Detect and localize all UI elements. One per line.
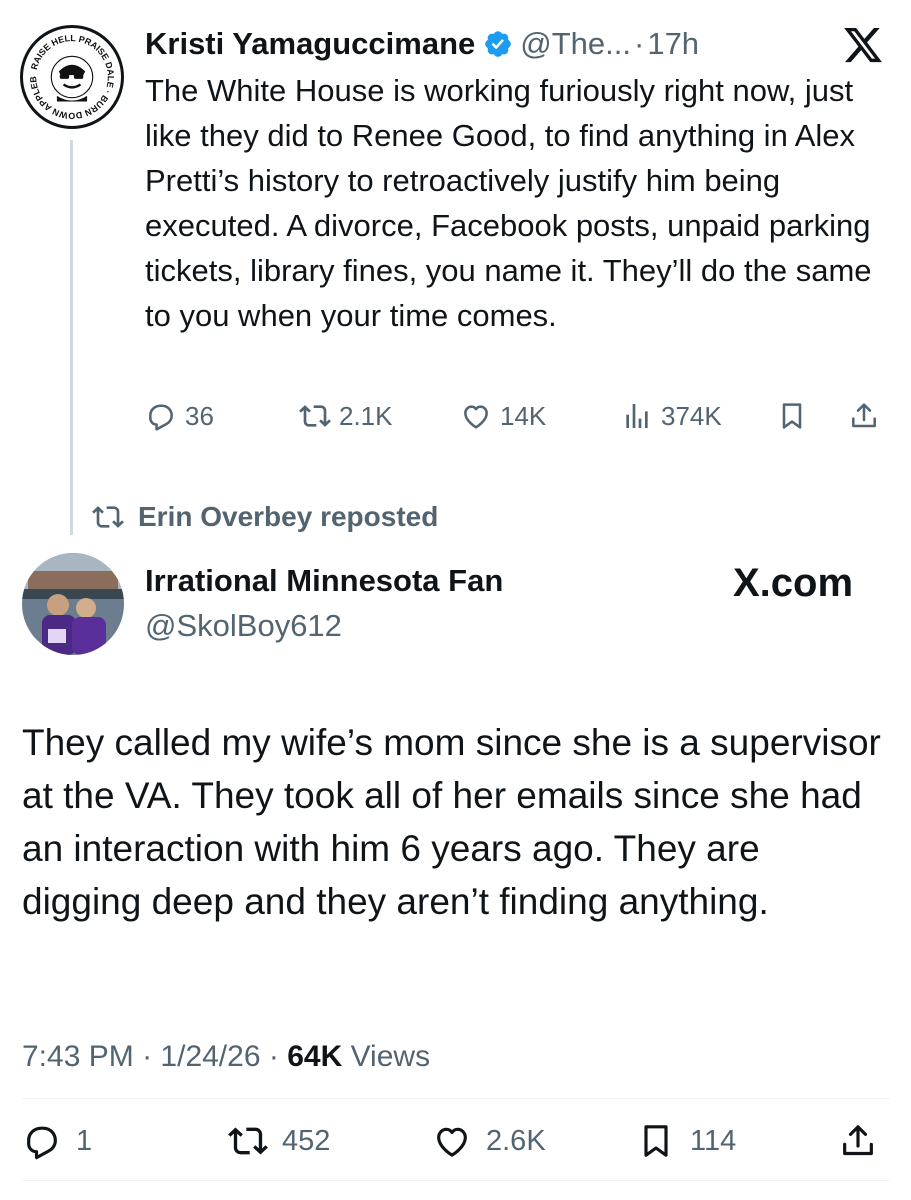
- meta-separator: ·: [268, 1040, 279, 1073]
- parent-share-button[interactable]: [848, 394, 888, 438]
- repost-icon: [299, 405, 331, 427]
- main-handle[interactable]: @SkolBoy612: [145, 608, 342, 644]
- parent-repost-count: 2.1K: [339, 400, 393, 431]
- main-avatar[interactable]: [22, 553, 124, 655]
- reply-button[interactable]: 1: [22, 1118, 92, 1164]
- repost-button[interactable]: 452: [228, 1118, 330, 1164]
- header-separator: ·: [634, 26, 645, 61]
- verified-badge-icon: [485, 31, 512, 57]
- repost-banner-label: Erin Overbey reposted: [138, 501, 439, 532]
- bookmark-count: 114: [690, 1124, 737, 1157]
- bookmark-icon: [782, 403, 802, 429]
- parent-tweet-text: The White House is working furiously rig…: [145, 73, 872, 333]
- parent-reply-button[interactable]: 36: [145, 394, 214, 438]
- main-tweet-text: They called my wife’s mom since she is a…: [22, 722, 881, 922]
- parent-views-button[interactable]: 374K: [621, 394, 722, 438]
- bookmark-icon: [644, 1125, 668, 1157]
- tweet-time[interactable]: 7:43 PM: [22, 1040, 134, 1073]
- bookmark-button[interactable]: 114: [636, 1118, 736, 1164]
- like-count: 2.6K: [486, 1124, 546, 1157]
- share-icon: [843, 1125, 873, 1156]
- views-icon: [626, 404, 648, 428]
- parent-like-count: 14K: [500, 400, 547, 431]
- share-icon: [852, 403, 876, 428]
- avatar-photo: [22, 553, 124, 655]
- xcom-brand: X.com: [733, 561, 854, 605]
- like-icon: [464, 405, 488, 429]
- divider: [22, 1098, 890, 1099]
- like-button[interactable]: 2.6K: [432, 1118, 546, 1164]
- meta-separator: ·: [142, 1040, 153, 1073]
- tweet-date[interactable]: 1/24/26: [160, 1040, 260, 1073]
- reply-icon: [27, 1126, 57, 1160]
- x-logo-icon: [844, 27, 882, 63]
- tweet-meta: 7:43 PM · 1/24/26 · 64K Views: [22, 1040, 430, 1074]
- repost-icon: [228, 1127, 268, 1155]
- parent-bookmark-button[interactable]: [776, 394, 816, 438]
- parent-timestamp[interactable]: 17h: [647, 26, 699, 62]
- views-count: 64K: [287, 1040, 343, 1073]
- repost-banner[interactable]: Erin Overbey reposted: [92, 497, 438, 537]
- share-button[interactable]: [838, 1118, 892, 1164]
- reply-icon: [149, 404, 173, 431]
- views-label: Views: [350, 1040, 431, 1073]
- parent-avatar[interactable]: RAISE HELL PRAISE DALE · BURN DOWN APPLE…: [20, 25, 124, 129]
- repost-icon: [92, 506, 124, 528]
- parent-views-count: 374K: [661, 400, 722, 431]
- parent-display-name[interactable]: Kristi Yamaguccimane: [145, 26, 475, 62]
- parent-reply-count: 36: [185, 400, 214, 431]
- main-display-name[interactable]: Irrational Minnesota Fan: [145, 563, 503, 599]
- thread-connector-line: [70, 140, 73, 535]
- parent-repost-button[interactable]: 2.1K: [299, 394, 393, 438]
- reply-count: 1: [76, 1124, 93, 1157]
- repost-count: 452: [282, 1124, 331, 1157]
- avatar-badge-image: RAISE HELL PRAISE DALE · BURN DOWN APPLE…: [23, 28, 116, 121]
- parent-tweet-header: Kristi Yamaguccimane @The... · 17h: [145, 22, 699, 66]
- parent-like-button[interactable]: 14K: [460, 394, 546, 438]
- parent-handle[interactable]: @The...: [520, 26, 631, 62]
- divider: [22, 1180, 890, 1181]
- like-icon: [437, 1127, 467, 1157]
